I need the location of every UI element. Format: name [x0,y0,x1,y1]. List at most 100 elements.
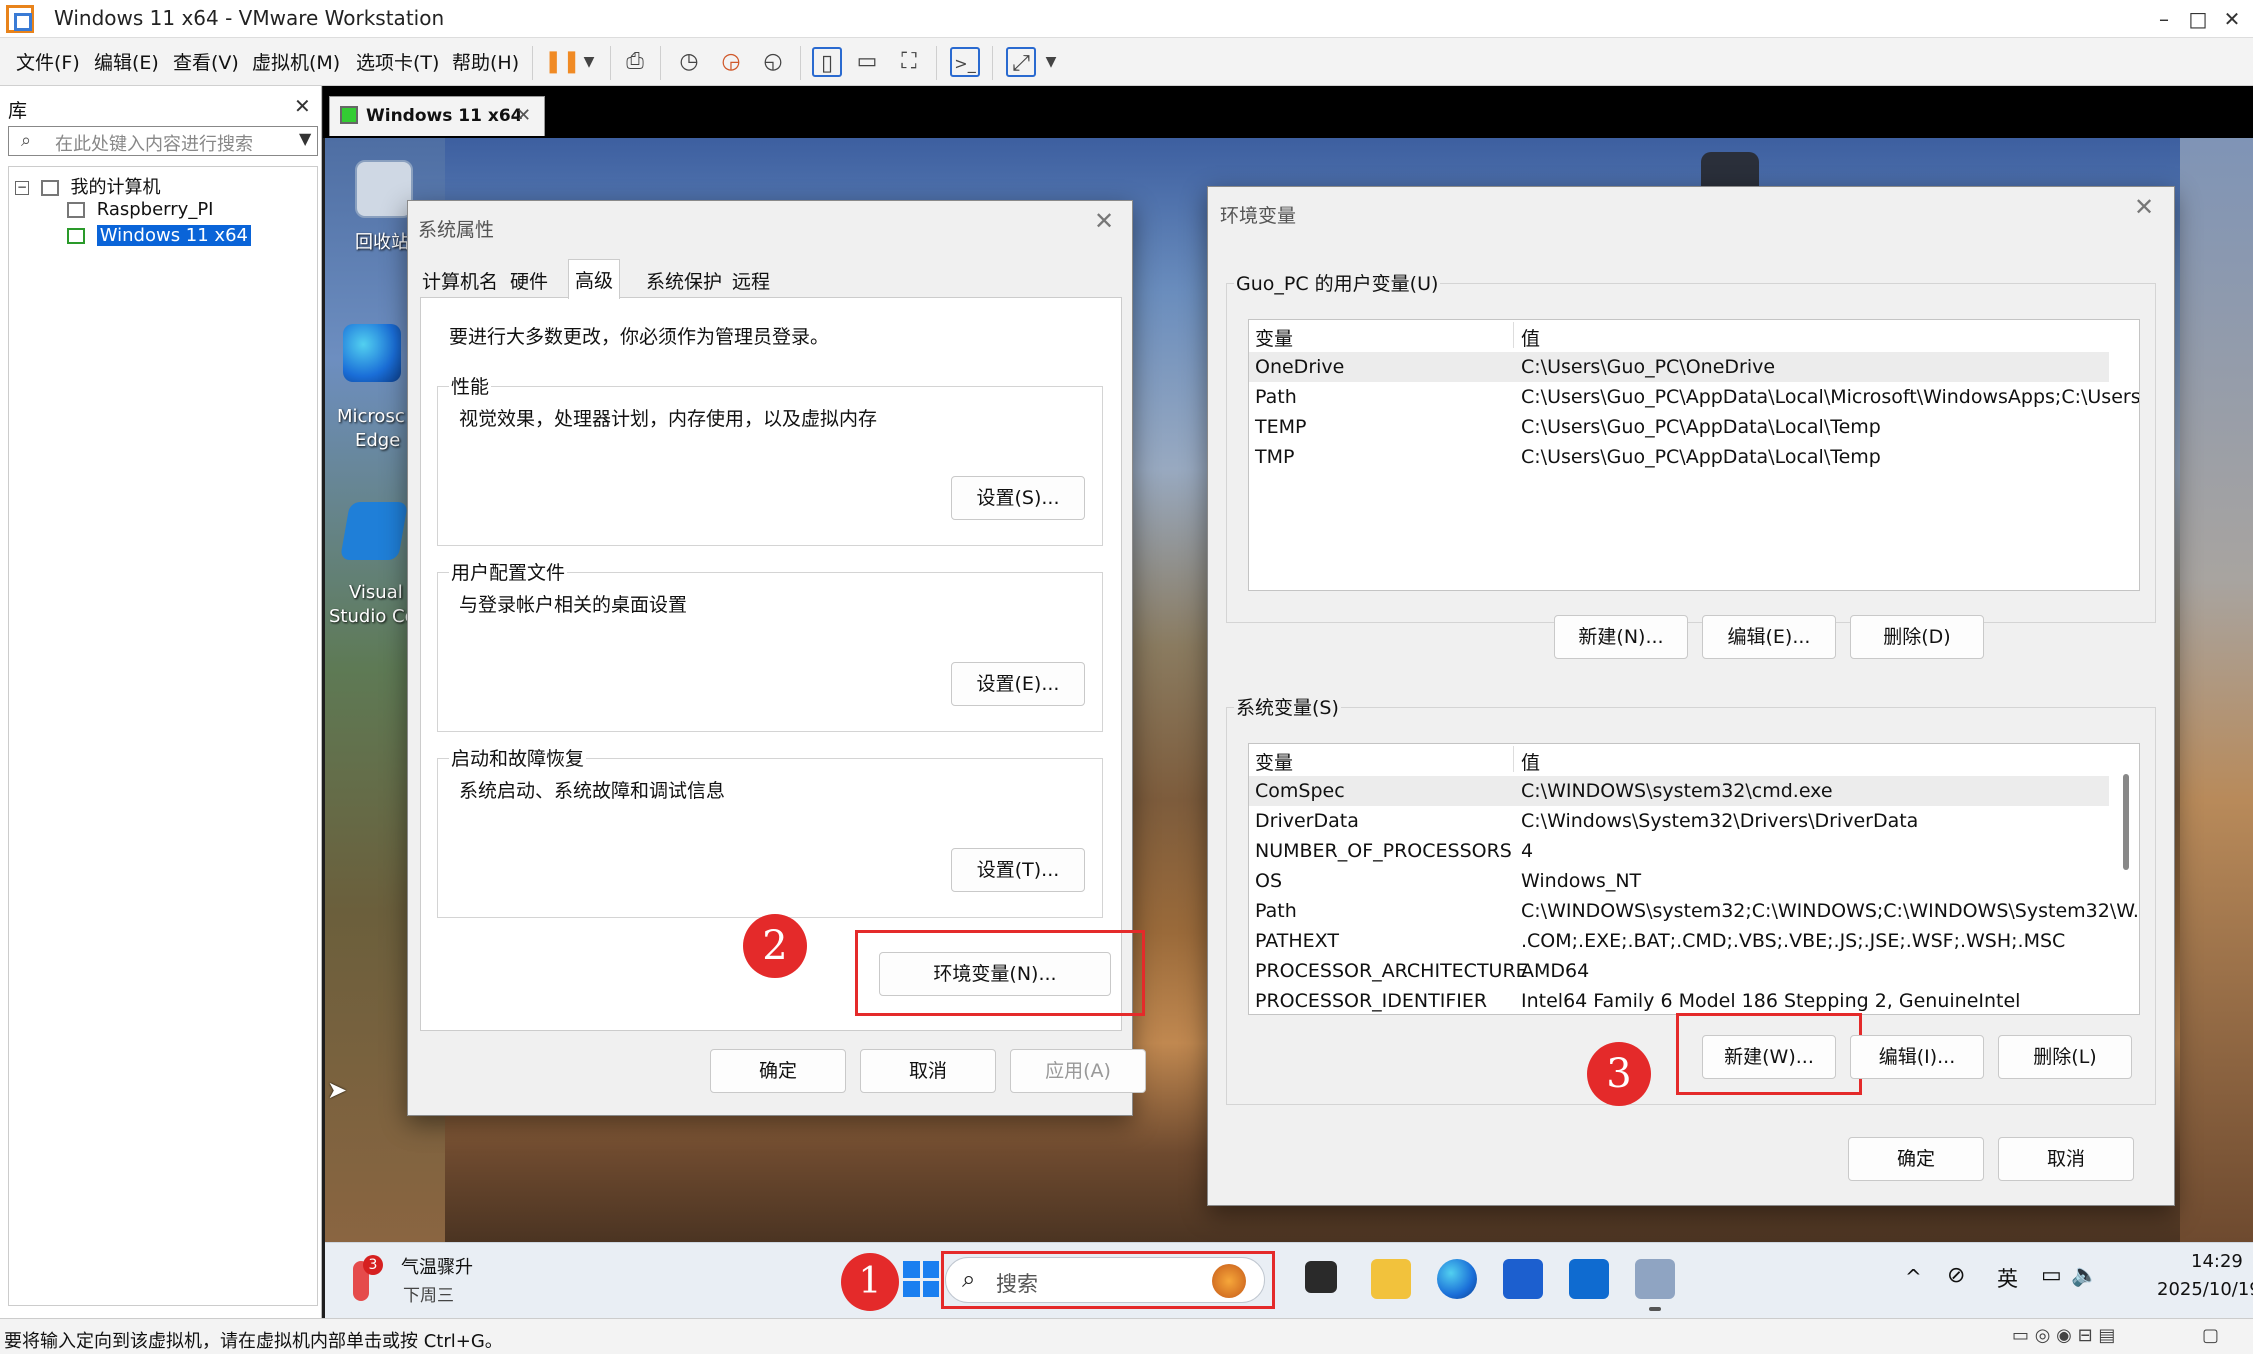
tab-advanced[interactable]: 高级 [568,259,621,299]
task-view-icon[interactable] [1305,1261,1337,1293]
close-icon[interactable]: ✕ [1094,207,1114,235]
user-edit-button[interactable]: 编辑(E)... [1702,615,1836,659]
menu-vm[interactable]: 虚拟机(M) [252,48,340,75]
environment-variables-button[interactable]: 环境变量(N)... [879,952,1111,996]
user-variables-list[interactable]: 变量 值 OneDrive C:\Users\Guo_PC\OneDrive Pat… [1248,319,2140,591]
recycle-bin-icon[interactable] [355,160,413,218]
close-button[interactable]: ✕ [2214,4,2250,34]
menu-view[interactable]: 查看(V) [173,48,239,75]
ok-button[interactable]: 确定 [1848,1137,1984,1181]
chevron-down-icon[interactable]: ▼ [299,129,311,148]
clock-date[interactable]: 2025/10/19 [2157,1279,2253,1300]
tree-item-raspberry[interactable]: Raspberry_PI [67,199,213,220]
table-row[interactable]: TMP C:\Users\Guo_PC\AppData\Local\Temp [1249,442,2109,472]
vm-tab[interactable]: Windows 11 x64 ✕ [329,96,545,136]
table-row[interactable]: Path C:\WINDOWS\system32;C:\WINDOWS;C:\WI… [1249,896,2139,926]
table-row[interactable]: TEMP C:\Users\Guo_PC\AppData\Local\Temp [1249,412,2109,442]
menu-tabs[interactable]: 选项卡(T) [356,48,439,75]
ok-button[interactable]: 确定 [710,1049,846,1093]
device-icons[interactable]: ▭ ◎ ◉ ⊟ ▤ [2012,1325,2115,1346]
close-icon[interactable]: ✕ [2134,193,2154,221]
network-off-icon[interactable]: ⊘ [1947,1263,1965,1288]
table-row[interactable]: PROCESSOR_ARCHITECTURE AMD64 [1249,956,2109,986]
chevron-down-icon[interactable]: ▼ [1036,47,1066,77]
pause-icon[interactable]: ❚❚ [544,47,581,77]
user-new-button[interactable]: 新建(N)... [1554,615,1688,659]
apply-button[interactable]: 应用(A) [1010,1049,1146,1093]
table-row[interactable]: OS Windows_NT [1249,866,2109,896]
wallpaper-right [2180,138,2253,1242]
start-button[interactable] [903,1261,939,1297]
table-row[interactable]: DriverData C:\Windows\System32\Drivers\Dr… [1249,806,2109,836]
performance-settings-button[interactable]: 设置(S)... [951,476,1085,520]
fullscreen-icon[interactable]: ⛶ [894,47,924,77]
control-panel-icon[interactable] [1635,1259,1675,1299]
chevron-down-icon[interactable]: ▼ [574,47,604,77]
cancel-button[interactable]: 取消 [1998,1137,2134,1181]
start-logo-tile [903,1261,920,1278]
table-row[interactable]: PROCESSOR_IDENTIFIER Intel64 Family 6 Mod… [1249,986,2109,1014]
column-header-variable[interactable]: 变量 [1255,748,1293,775]
maximize-button[interactable]: □ [2180,4,2216,34]
search-highlight-icon [1212,1264,1246,1298]
desktop-label-vscode-2: Studio Co [329,606,416,627]
tree-root[interactable]: − 我的计算机 [15,173,160,199]
snapshot-icon[interactable]: ◷ [674,47,704,77]
system-edit-button[interactable]: 编辑(I)... [1850,1035,1984,1079]
scrollbar-thumb[interactable] [2123,774,2129,870]
tab-hardware[interactable]: 硬件 [504,263,554,298]
menu-edit[interactable]: 编辑(E) [94,48,159,75]
cell-variable: TEMP [1255,416,1307,438]
vscode-icon[interactable] [339,502,409,560]
minimize-button[interactable]: – [2146,4,2182,34]
snapshot-manager-icon[interactable]: ◵ [758,47,788,77]
tree-item-windows11[interactable]: Windows 11 x64 [67,225,251,246]
system-variables-list[interactable]: 变量 值 ComSpec C:\WINDOWS\system32\cmd.exe D… [1248,743,2140,1015]
system-delete-button[interactable]: 删除(L) [1998,1035,2132,1079]
status-menu-icon[interactable]: ▢ [2202,1325,2219,1346]
column-header-value[interactable]: 值 [1521,324,1540,351]
menu-help[interactable]: 帮助(H) [452,48,519,75]
menu-file[interactable]: 文件(F) [16,48,80,75]
thumbnail-view-icon[interactable]: ▭ [852,47,882,77]
table-row[interactable]: Path C:\Users\Guo_PC\AppData\Local\Micros… [1249,382,2139,412]
table-row[interactable]: NUMBER_OF_PROCESSORS 4 [1249,836,2109,866]
edge-icon[interactable] [343,324,401,382]
clock-time[interactable]: 14:29 [2191,1251,2243,1272]
library-search-input[interactable]: ⌕ 在此处键入内容进行搜索 ▼ [8,126,318,156]
tab-remote[interactable]: 远程 [726,263,776,298]
user-delete-button[interactable]: 删除(D) [1850,615,1984,659]
ime-indicator[interactable]: 英 [1997,1263,2018,1293]
edge-icon[interactable] [1437,1259,1477,1299]
table-row[interactable]: OneDrive C:\Users\Guo_PC\OneDrive [1249,352,2109,382]
outlook-icon[interactable] [1569,1259,1609,1299]
desktop-label-edge-1: Microsc [337,406,405,427]
library-close-icon[interactable]: ✕ [294,94,311,118]
revert-snapshot-icon[interactable]: ◶ [716,47,746,77]
tab-system-protection[interactable]: 系统保护 [640,263,728,298]
column-header-value[interactable]: 值 [1521,748,1540,775]
tab-computer-name[interactable]: 计算机名 [416,263,504,298]
taskbar-search-input[interactable]: ⌕ 搜索 [945,1257,1265,1303]
profile-settings-button[interactable]: 设置(E)... [951,662,1085,706]
network-icon[interactable]: ▭ [2041,1263,2062,1288]
unity-icon[interactable]: ⤢ [1006,47,1036,77]
volume-icon[interactable]: 🔈 [2071,1263,2098,1288]
send-ctrl-alt-del-icon[interactable]: ⎙ [620,47,650,77]
tray-chevron-icon[interactable]: ^ [1905,1265,1922,1289]
table-row[interactable]: PATHEXT .COM;.EXE;.BAT;.CMD;.VBS;.VBE;.JS… [1249,926,2109,956]
startup-settings-button[interactable]: 设置(T)... [951,848,1085,892]
library-view-icon[interactable]: ▯ [812,47,842,77]
vm-tab-label: Windows 11 x64 [366,106,523,126]
file-explorer-icon[interactable] [1371,1259,1411,1299]
system-new-button[interactable]: 新建(W)... [1702,1035,1836,1079]
table-row[interactable]: ComSpec C:\WINDOWS\system32\cmd.exe [1249,776,2109,806]
collapse-icon[interactable]: − [15,181,29,195]
weather-title[interactable]: 气温骤升 [401,1253,473,1279]
cancel-button[interactable]: 取消 [860,1049,996,1093]
column-header-variable[interactable]: 变量 [1255,324,1293,351]
vm-tab-close-icon[interactable]: ✕ [516,105,531,126]
console-icon[interactable]: >_ [950,47,980,77]
guest-desktop[interactable]: 回收站 Microsc Edge Visual Studio Co 系统属性 ✕… [325,138,2253,1242]
store-icon[interactable] [1503,1259,1543,1299]
